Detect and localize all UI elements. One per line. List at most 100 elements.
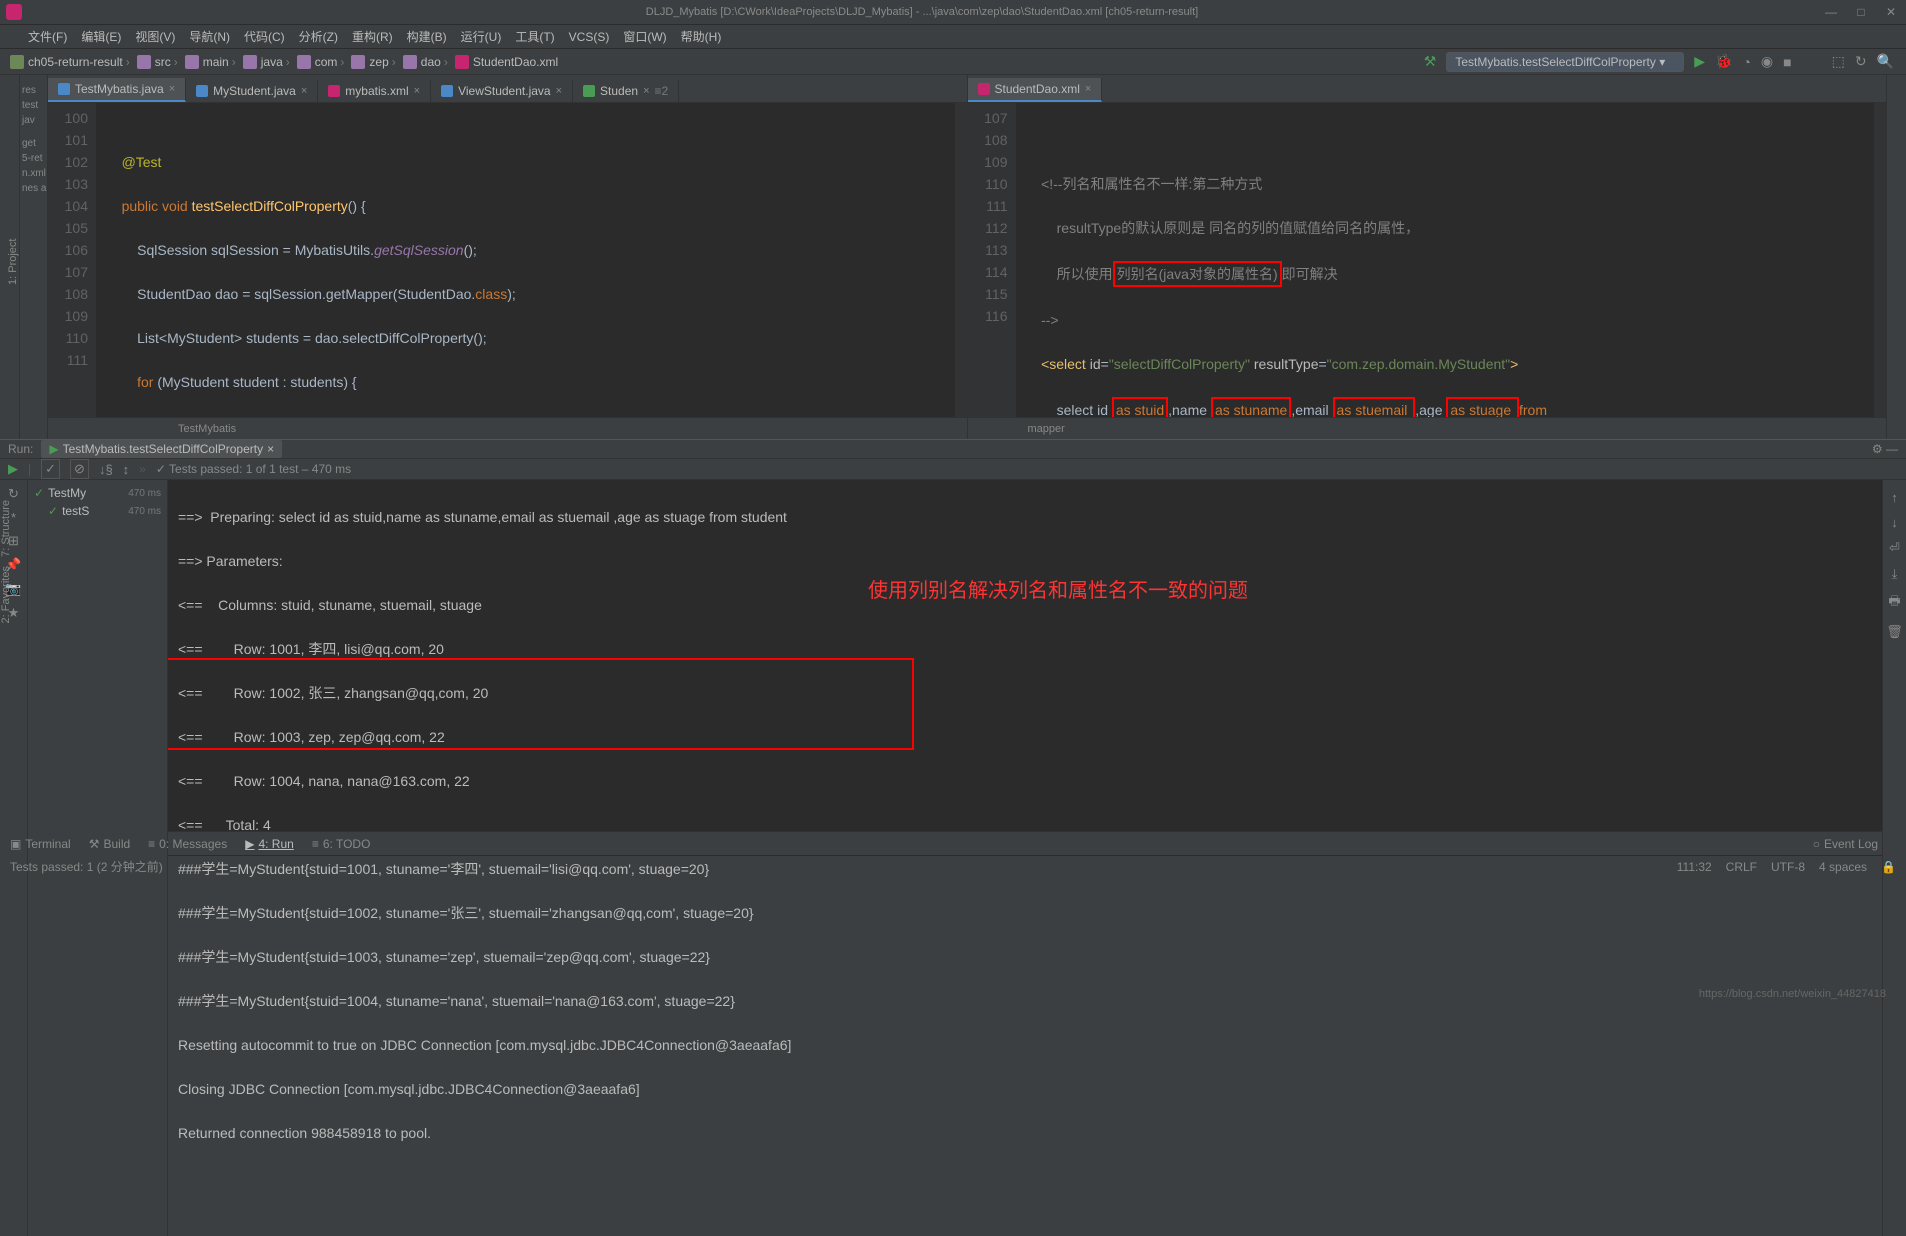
project-tool-window[interactable]: restestjav get 5-retn.xmlnes ar <box>20 75 48 439</box>
tab-mybatisxml[interactable]: mybatis.xml× <box>318 80 431 102</box>
up-icon[interactable]: ↑ <box>1891 490 1898 505</box>
breadcrumb-item[interactable]: StudentDao.xml <box>455 55 558 69</box>
tab-bar-left: TestMybatis.java× MyStudent.java× mybati… <box>48 75 967 103</box>
run-config-dropdown[interactable]: TestMybatis.testSelectDiffColProperty ▾ <box>1446 52 1684 72</box>
app-icon <box>6 4 22 20</box>
tab-close-icon[interactable]: × <box>643 85 649 97</box>
folder-icon <box>351 55 365 69</box>
menu-tools[interactable]: 工具(T) <box>515 28 554 45</box>
run-icon[interactable]: ▶ <box>1694 53 1705 70</box>
profile-icon[interactable]: ◉ <box>1761 53 1773 70</box>
tab-mystudent[interactable]: MyStudent.java× <box>186 80 318 102</box>
class-icon <box>196 85 208 97</box>
menu-refactor[interactable]: 重构(R) <box>352 28 393 45</box>
favorites-stripe[interactable]: 2: Favorites 7: Structure <box>0 500 12 624</box>
menu-build[interactable]: 构建(B) <box>407 28 447 45</box>
breadcrumb-item[interactable]: com <box>297 55 348 69</box>
code-area-right[interactable]: 107108109110111112113114115116 <!--列名和属性… <box>968 103 1887 417</box>
menu-help[interactable]: 帮助(H) <box>681 28 722 45</box>
tab-bar-right: StudentDao.xml× <box>968 75 1887 103</box>
editor-left: TestMybatis.java× MyStudent.java× mybati… <box>48 75 968 439</box>
tab-viewstudent[interactable]: ViewStudent.java× <box>431 80 573 102</box>
code-area-left[interactable]: 100101102103104105106107108109110111 @Te… <box>48 103 967 417</box>
gutter: 100101102103104105106107108109110111 <box>48 103 96 417</box>
sort-icon[interactable]: ↓§ <box>99 462 113 477</box>
folder-icon <box>243 55 257 69</box>
status-text: Tests passed: 1 (2 分钟之前) <box>10 858 163 875</box>
scroll-icon[interactable]: ⤓ <box>1892 566 1898 582</box>
menu-window[interactable]: 窗口(W) <box>623 28 666 45</box>
menu-navigate[interactable]: 导航(N) <box>189 28 230 45</box>
menu-vcs[interactable]: VCS(S) <box>569 30 610 44</box>
menu-code[interactable]: 代码(C) <box>244 28 285 45</box>
down-icon[interactable]: ↓ <box>1891 515 1898 530</box>
run-tab[interactable]: ▶TestMybatis.testSelectDiffColProperty× <box>41 440 282 458</box>
tab-close-icon[interactable]: × <box>414 85 420 97</box>
close-icon[interactable]: ✕ <box>1876 5 1906 19</box>
right-tool-stripe[interactable] <box>1886 75 1906 439</box>
tab-close-icon[interactable]: × <box>556 85 562 97</box>
run-pane: Run: ▶TestMybatis.testSelectDiffColPrope… <box>0 439 1906 831</box>
tab-studentdao[interactable]: StudentDao.xml× <box>968 78 1103 102</box>
tab-close-icon[interactable]: × <box>1085 83 1091 95</box>
search-icon[interactable]: 🔍 <box>1877 53 1894 70</box>
menu-file[interactable]: 文件(F) <box>28 28 67 45</box>
folder-icon <box>185 55 199 69</box>
breadcrumb-item[interactable]: src <box>137 55 181 69</box>
rerun-icon[interactable]: ▶ <box>8 461 18 477</box>
gear-icon[interactable]: ⚙ — <box>1872 442 1898 456</box>
crumb-bar-right[interactable]: mapper <box>968 417 1887 439</box>
tree-item: ✓TestMy470 ms <box>32 484 163 502</box>
tree-item: ✓testS470 ms <box>32 502 163 520</box>
console-side-buttons: ↑ ↓ ⏎ ⤓ 🖶 🗑 <box>1882 480 1906 1236</box>
window-title: DLJD_Mybatis [D:\CWork\IdeaProjects\DLJD… <box>624 6 1220 18</box>
wrap-icon[interactable]: ⏎ <box>1889 540 1900 556</box>
xml-icon <box>978 83 990 95</box>
menu-analyze[interactable]: 分析(Z) <box>299 28 338 45</box>
console-output[interactable]: ==> Preparing: select id as stuid,name a… <box>168 480 1882 1236</box>
nav-bar: ch05-return-result src main java com zep… <box>0 49 1906 75</box>
run-label: Run: <box>8 442 33 456</box>
breadcrumb-item[interactable]: ch05-return-result <box>10 55 133 69</box>
folder-icon <box>297 55 311 69</box>
tests-passed: ✓ Tests passed: 1 of 1 test – 470 ms <box>156 462 351 476</box>
minimap[interactable] <box>955 103 967 417</box>
tab-student[interactable]: Studen×≡2 <box>573 80 679 102</box>
git-icon[interactable]: ⬚ <box>1832 53 1845 70</box>
terminal-tab[interactable]: ▣ Terminal <box>10 837 71 851</box>
minimize-icon[interactable]: — <box>1816 5 1846 19</box>
stop-icon[interactable]: ■ <box>1783 54 1791 70</box>
annotation-text: 使用列别名解决列名和属性名不一致的问题 <box>868 580 1248 602</box>
menu-view[interactable]: 视图(V) <box>135 28 175 45</box>
fail-icon[interactable]: ⊘ <box>70 459 89 479</box>
breadcrumb-item[interactable]: dao <box>403 55 451 69</box>
tab-testmybatis[interactable]: TestMybatis.java× <box>48 78 186 102</box>
breadcrumb-item[interactable]: java <box>243 55 293 69</box>
xml-icon <box>328 85 340 97</box>
lock-icon[interactable]: 🔒 <box>1881 860 1896 874</box>
tab-close-icon[interactable]: × <box>301 85 307 97</box>
coverage-icon[interactable]: ◔ <box>1742 54 1750 70</box>
build-icon[interactable]: ⚒ <box>1424 53 1437 70</box>
check-icon[interactable]: ✓ <box>41 459 60 479</box>
breadcrumb-item[interactable]: main <box>185 55 239 69</box>
class-icon <box>441 85 453 97</box>
crumb-bar-left[interactable]: TestMybatis <box>48 417 967 439</box>
expand-icon[interactable]: ↕ <box>123 462 130 477</box>
menu-edit[interactable]: 编辑(E) <box>81 28 121 45</box>
update-icon[interactable]: ↻ <box>1855 53 1867 70</box>
class-icon <box>58 83 70 95</box>
print-icon[interactable]: 🖶 <box>1888 592 1900 614</box>
maximize-icon[interactable]: □ <box>1846 5 1876 19</box>
breadcrumb-item[interactable]: zep <box>351 55 398 69</box>
minimap[interactable] <box>1874 103 1886 417</box>
tab-close-icon[interactable]: × <box>267 442 274 456</box>
debug-icon[interactable]: 🐞 <box>1715 53 1732 70</box>
menu-run[interactable]: 运行(U) <box>461 28 502 45</box>
tab-close-icon[interactable]: × <box>169 83 175 95</box>
editor-right: StudentDao.xml× 107108109110111112113114… <box>968 75 1887 439</box>
build-tab[interactable]: ⚒ Build <box>89 837 130 851</box>
annotation-box <box>168 658 914 750</box>
left-tool-stripe[interactable]: 1: Project <box>0 75 20 439</box>
trash-icon[interactable]: 🗑 <box>1886 624 1903 640</box>
